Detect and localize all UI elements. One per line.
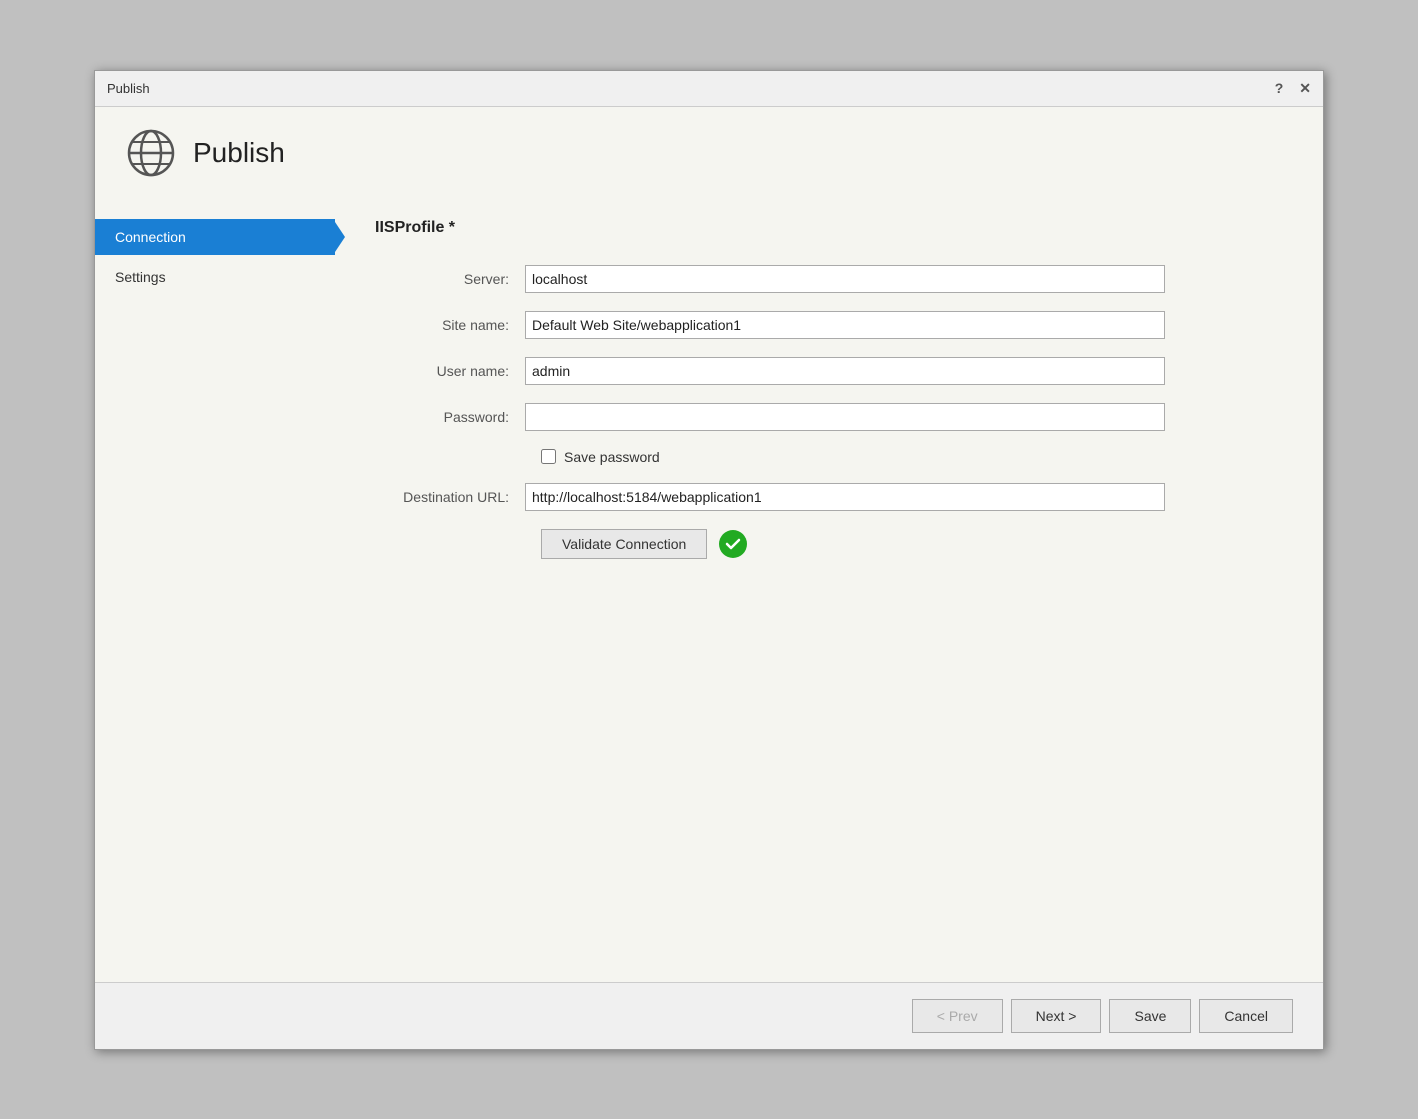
site-name-group: Site name: bbox=[375, 311, 1283, 339]
dialog-main: Connection Settings IISProfile * Server:… bbox=[95, 199, 1323, 982]
save-password-label[interactable]: Save password bbox=[564, 449, 660, 465]
password-label: Password: bbox=[375, 409, 525, 425]
save-password-checkbox[interactable] bbox=[541, 449, 556, 464]
site-name-label: Site name: bbox=[375, 317, 525, 333]
next-button[interactable]: Next > bbox=[1011, 999, 1102, 1033]
nav-item-connection[interactable]: Connection bbox=[95, 219, 335, 255]
globe-icon bbox=[125, 127, 177, 179]
connection-valid-icon bbox=[719, 530, 747, 558]
publish-dialog: Publish ? ✕ Publish Connection bbox=[94, 70, 1324, 1050]
save-button[interactable]: Save bbox=[1109, 999, 1191, 1033]
help-button[interactable]: ? bbox=[1275, 80, 1284, 96]
title-bar: Publish ? ✕ bbox=[95, 71, 1323, 107]
title-bar-title: Publish bbox=[107, 81, 150, 96]
left-panel: Connection Settings bbox=[95, 199, 335, 982]
dialog-title: Publish bbox=[193, 137, 285, 169]
title-bar-left: Publish bbox=[107, 81, 150, 96]
user-name-group: User name: bbox=[375, 357, 1283, 385]
cancel-button[interactable]: Cancel bbox=[1199, 999, 1293, 1033]
prev-button[interactable]: < Prev bbox=[912, 999, 1003, 1033]
close-button[interactable]: ✕ bbox=[1299, 80, 1311, 97]
title-bar-controls: ? ✕ bbox=[1275, 80, 1311, 97]
destination-url-input[interactable] bbox=[525, 483, 1165, 511]
validate-row: Validate Connection bbox=[541, 529, 1283, 559]
dialog-body: Publish Connection Settings IISProfile *… bbox=[95, 107, 1323, 1049]
nav-item-settings[interactable]: Settings bbox=[95, 259, 335, 295]
footer: < Prev Next > Save Cancel bbox=[95, 982, 1323, 1049]
destination-url-group: Destination URL: bbox=[375, 483, 1283, 511]
password-group: Password: bbox=[375, 403, 1283, 431]
password-input[interactable] bbox=[525, 403, 1165, 431]
server-label: Server: bbox=[375, 271, 525, 287]
validate-connection-button[interactable]: Validate Connection bbox=[541, 529, 707, 559]
user-name-label: User name: bbox=[375, 363, 525, 379]
site-name-input[interactable] bbox=[525, 311, 1165, 339]
server-input[interactable] bbox=[525, 265, 1165, 293]
right-panel: IISProfile * Server: Site name: User nam… bbox=[335, 199, 1323, 982]
destination-url-label: Destination URL: bbox=[375, 489, 525, 505]
save-password-row: Save password bbox=[541, 449, 1283, 465]
section-title: IISProfile * bbox=[375, 219, 1283, 237]
header-section: Publish bbox=[95, 107, 1323, 199]
server-group: Server: bbox=[375, 265, 1283, 293]
user-name-input[interactable] bbox=[525, 357, 1165, 385]
